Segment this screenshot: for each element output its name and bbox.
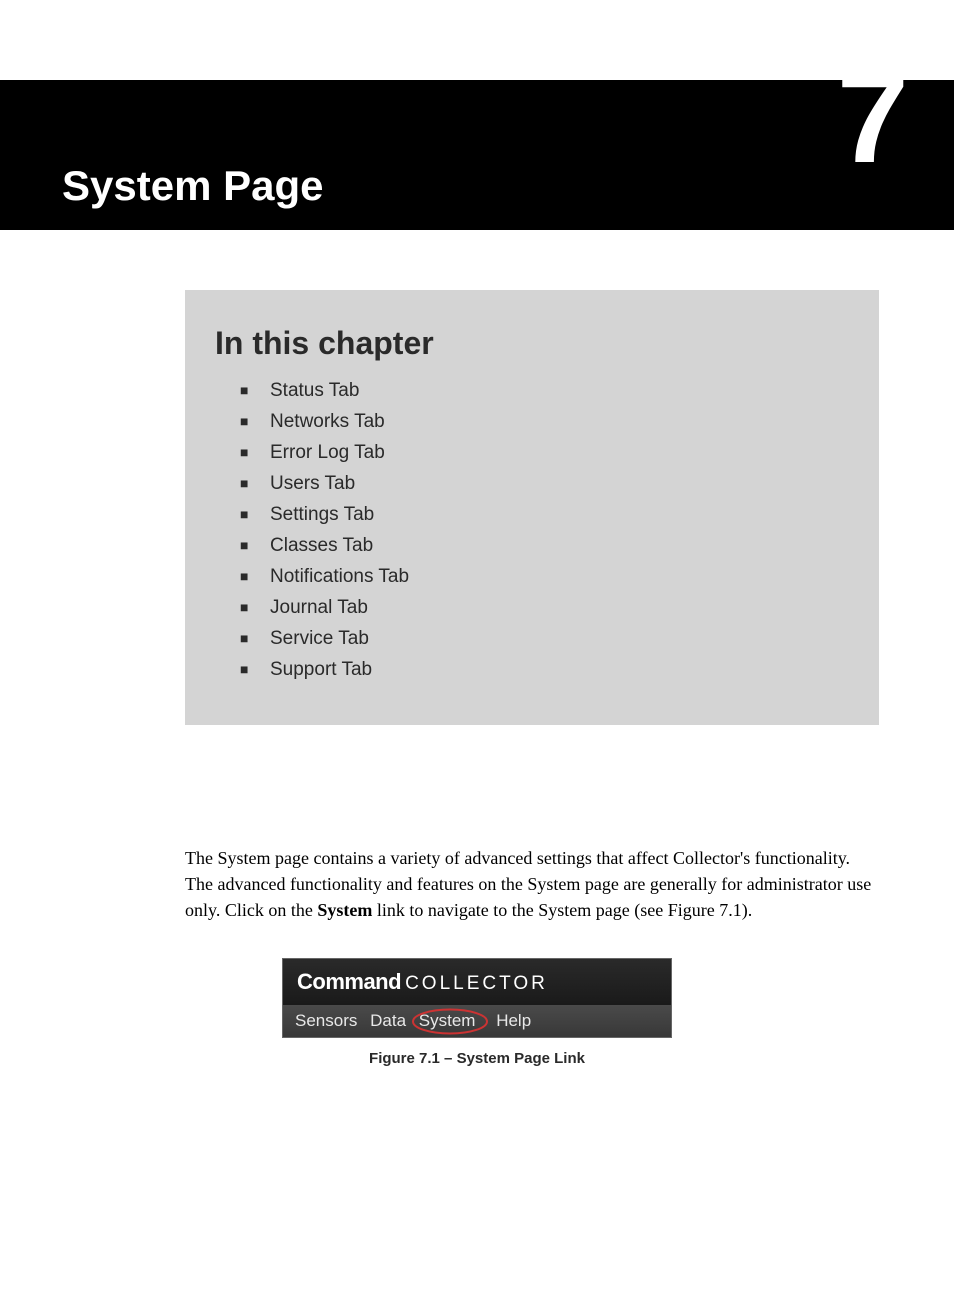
figure-caption: Figure 7.1 – System Page Link [0, 1050, 954, 1067]
list-item: Support Tab [270, 659, 849, 681]
in-this-chapter-box: In this chapter Status Tab Networks Tab … [185, 290, 879, 725]
nav-system-highlighted[interactable]: System [419, 1011, 484, 1031]
app-brand-light: COLLECTOR [405, 973, 548, 994]
chapter-title: System Page [62, 162, 323, 210]
list-item: Status Tab [270, 380, 849, 402]
list-item: Users Tab [270, 473, 849, 495]
list-item: Classes Tab [270, 535, 849, 557]
app-nav-bar: Sensors Data System Help [283, 1005, 671, 1037]
chapter-number: 7 [837, 52, 909, 182]
chapter-header: System Page 7 [0, 80, 954, 230]
body-text-bold: System [317, 900, 372, 920]
list-item: Error Log Tab [270, 442, 849, 464]
nav-system-label: System [419, 1011, 476, 1031]
nav-data[interactable]: Data [370, 1011, 406, 1031]
nav-sensors[interactable]: Sensors [295, 1011, 357, 1031]
app-brand-bold: Command [297, 969, 401, 994]
app-title-bar: CommandCOLLECTOR [283, 959, 671, 1005]
list-item: Journal Tab [270, 597, 849, 619]
list-item: Service Tab [270, 628, 849, 650]
list-item: Notifications Tab [270, 566, 849, 588]
chapter-topic-list: Status Tab Networks Tab Error Log Tab Us… [215, 380, 849, 681]
body-paragraph: The System page contains a variety of ad… [185, 845, 874, 923]
list-item: Networks Tab [270, 411, 849, 433]
body-text-part: link to navigate to the System page (see… [372, 900, 752, 920]
nav-help[interactable]: Help [496, 1011, 531, 1031]
list-item: Settings Tab [270, 504, 849, 526]
app-screenshot: CommandCOLLECTOR Sensors Data System Hel… [282, 958, 672, 1038]
figure-container: CommandCOLLECTOR Sensors Data System Hel… [0, 958, 954, 1067]
chapter-box-title: In this chapter [215, 325, 849, 362]
